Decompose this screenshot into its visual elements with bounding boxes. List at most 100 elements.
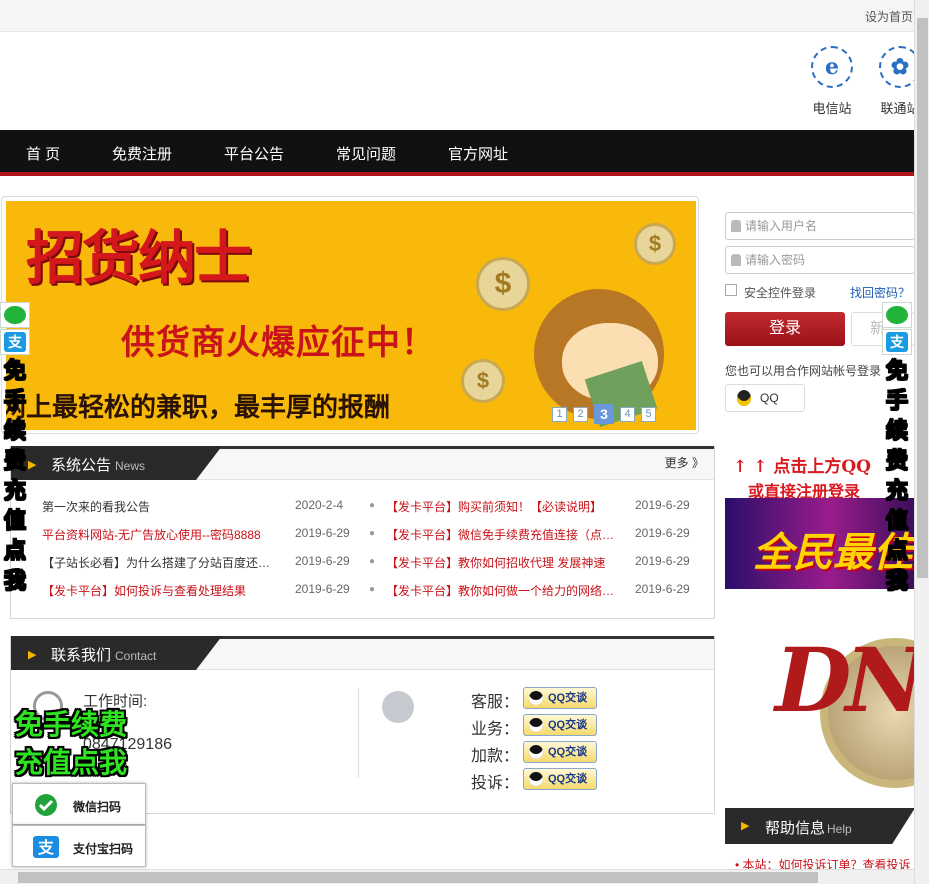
contact-label: 客服： (471, 694, 520, 711)
divider (358, 688, 359, 778)
float-vertical-text: 免手续费充值点我 (0, 356, 30, 596)
news-item-date: 2019-6-29 (635, 526, 690, 540)
secure-login-checkbox[interactable] (725, 284, 737, 296)
nav-announcements[interactable]: 平台公告 (224, 143, 284, 164)
wechat-scan-button[interactable]: 微信扫码 (12, 783, 146, 825)
news-item-title[interactable]: 【发卡平台】教你如何招收代理 发展神速 (386, 554, 618, 571)
float-char[interactable]: 点 (882, 536, 912, 566)
banner-line2: 网上最轻松的兼职，最丰厚的报酬 (6, 392, 391, 422)
float-char[interactable]: 我 (0, 566, 30, 596)
float-char[interactable]: 免 (0, 356, 30, 386)
qq-chat-button[interactable]: QQ交谈 (523, 714, 597, 736)
news-item[interactable]: 平台资料网站-无广告放心使用--密码8888 2019-6-29 (42, 526, 362, 542)
set-home-link[interactable]: 设为首页 (865, 8, 913, 25)
news-item-title[interactable]: 【发卡平台】购买前须知！【必读说明】 (386, 498, 618, 515)
alipay-icon: 支 (886, 332, 908, 352)
alipay-scan-button[interactable]: 支 支付宝扫码 (12, 825, 146, 867)
site-header: e 电信站 ✿ 联通站 (0, 32, 929, 130)
carousel-dot-5[interactable]: 5 (641, 407, 656, 422)
news-item[interactable]: 【发卡平台】微信免手续费充值连接（点… 2019-6-29 (386, 526, 696, 542)
news-panel: ▶ 系统公告 News 更多 》 第一次来的看我公告 2020-2-4 平台资料网站-… (10, 446, 715, 619)
float-char[interactable]: 续 (0, 416, 30, 446)
carousel-dot-2[interactable]: 2 (573, 407, 588, 422)
login-button[interactable]: 登录 (725, 312, 845, 346)
wechat-icon (886, 306, 908, 324)
contact-title: 联系我们 Contact (51, 647, 157, 664)
float-char[interactable]: 手 (882, 386, 912, 416)
coin-icon: $ (461, 359, 505, 403)
float-char[interactable]: 免 (882, 356, 912, 386)
float-char[interactable]: 充 (882, 476, 912, 506)
contact-header: ▶ 联系我们 Contact (11, 636, 714, 670)
float-char[interactable]: 我 (882, 566, 912, 596)
news-item-date: 2019-6-29 (295, 582, 350, 596)
telecom-label: 电信站 (812, 101, 852, 116)
news-item-date: 2019-6-29 (635, 554, 690, 568)
qq-chat-button[interactable]: QQ交谈 (523, 687, 597, 709)
username-input[interactable]: 请输入用户名 (725, 212, 915, 240)
nav-home[interactable]: 首 页 (26, 143, 60, 164)
qq-chat-button[interactable]: QQ交谈 (523, 768, 597, 790)
float-char[interactable]: 续 (882, 416, 912, 446)
top-bar: 设为首页 (0, 0, 929, 32)
svg-text:支: 支 (37, 838, 55, 857)
help-title: 帮助信息 Help (765, 820, 852, 837)
alipay-icon: 支 (33, 836, 59, 858)
right-float-badge[interactable]: 支 免手续费充值点我 (882, 302, 912, 596)
nav-faq[interactable]: 常见问题 (336, 143, 396, 164)
bullet-icon: ● (369, 556, 376, 567)
float-big-text-1[interactable]: 免手续费 (15, 703, 127, 743)
password-input[interactable]: 请输入密码 (725, 246, 915, 274)
banner-carousel: $ $ $ 招货纳士 供货商火爆应征中！ 网上最轻松的兼职，最丰厚的报酬 1 2… (1, 196, 699, 434)
news-item-title[interactable]: 【发卡平台】微信免手续费充值连接（点… (386, 526, 618, 543)
float-char[interactable]: 点 (0, 536, 30, 566)
banner-line1: 供货商火爆应征中！ (121, 324, 436, 362)
news-item[interactable]: 【发卡平台】教你如何做一个给力的网络… 2019-6-29 (386, 582, 696, 598)
float-char[interactable]: 费 (0, 446, 30, 476)
news-item[interactable]: 【发卡平台】教你如何招收代理 发展神速 2019-6-29 (386, 554, 696, 570)
partner-login-text: 您也可以用合作网站帐号登录 (725, 364, 882, 378)
news-item[interactable]: 【发卡平台】如何投诉与查看处理结果 2019-6-29 (42, 582, 362, 598)
qq-login-button[interactable]: QQ (725, 384, 805, 412)
banner-image[interactable]: $ $ $ 招货纳士 供货商火爆应征中！ 网上最轻松的兼职，最丰厚的报酬 1 2… (6, 201, 696, 430)
arrow-icon: ▶ (741, 820, 750, 832)
nav-official-url[interactable]: 官方网址 (448, 143, 508, 164)
nav-register[interactable]: 免费注册 (112, 143, 172, 164)
news-item[interactable]: 【子站长必看】为什么搭建了分站百度还… 2019-6-29 (42, 554, 362, 570)
news-header: ▶ 系统公告 News 更多 》 (11, 446, 714, 480)
news-item-title[interactable]: 第一次来的看我公告 (42, 498, 274, 515)
news-item-date: 2019-6-29 (635, 498, 690, 512)
news-item-title[interactable]: 【子站长必看】为什么搭建了分站百度还… (42, 554, 274, 571)
float-vertical-text: 免手续费充值点我 (882, 356, 912, 596)
float-char[interactable]: 值 (0, 506, 30, 536)
news-more-link[interactable]: 更多 》 (665, 454, 704, 471)
telecom-icon: e (811, 46, 853, 88)
news-item-title[interactable]: 平台资料网站-无广告放心使用--密码8888 (42, 526, 274, 543)
wechat-check-icon (35, 794, 57, 816)
promo-banner-2[interactable]: DNF (725, 598, 915, 806)
contact-label: 业务： (471, 721, 520, 738)
news-item[interactable]: 第一次来的看我公告 2020-2-4 (42, 498, 362, 514)
carousel-dot-1[interactable]: 1 (552, 407, 567, 422)
telecom-site-link[interactable]: e 电信站 (802, 46, 862, 117)
float-char[interactable]: 费 (882, 446, 912, 476)
news-item-title[interactable]: 【发卡平台】如何投诉与查看处理结果 (42, 582, 274, 599)
news-item[interactable]: 【发卡平台】购买前须知！【必读说明】 2019-6-29 (386, 498, 696, 514)
alipay-icon: 支 (4, 332, 26, 352)
vertical-scrollbar[interactable] (914, 0, 929, 884)
qq-chat-button[interactable]: QQ交谈 (523, 741, 597, 763)
main-nav: 首 页 免费注册 平台公告 常见问题 官方网址 (0, 130, 914, 176)
float-big-text-2[interactable]: 充值点我 (15, 741, 127, 781)
float-char[interactable]: 手 (0, 386, 30, 416)
contact-label: 加款： (471, 748, 520, 765)
float-char[interactable]: 充 (0, 476, 30, 506)
carousel-dot-4[interactable]: 4 (620, 407, 635, 422)
left-float-badge[interactable]: 支 免手续费充值点我 (0, 302, 30, 596)
bullet-icon: ● (369, 500, 376, 511)
bullet-icon: ● (369, 528, 376, 539)
forgot-password-link[interactable]: 找回密码？ (850, 284, 910, 301)
carousel-dot-3[interactable]: 3 (594, 404, 614, 424)
news-item-title[interactable]: 【发卡平台】教你如何做一个给力的网络… (386, 582, 618, 599)
float-char[interactable]: 值 (882, 506, 912, 536)
horizontal-scrollbar[interactable] (0, 869, 914, 884)
